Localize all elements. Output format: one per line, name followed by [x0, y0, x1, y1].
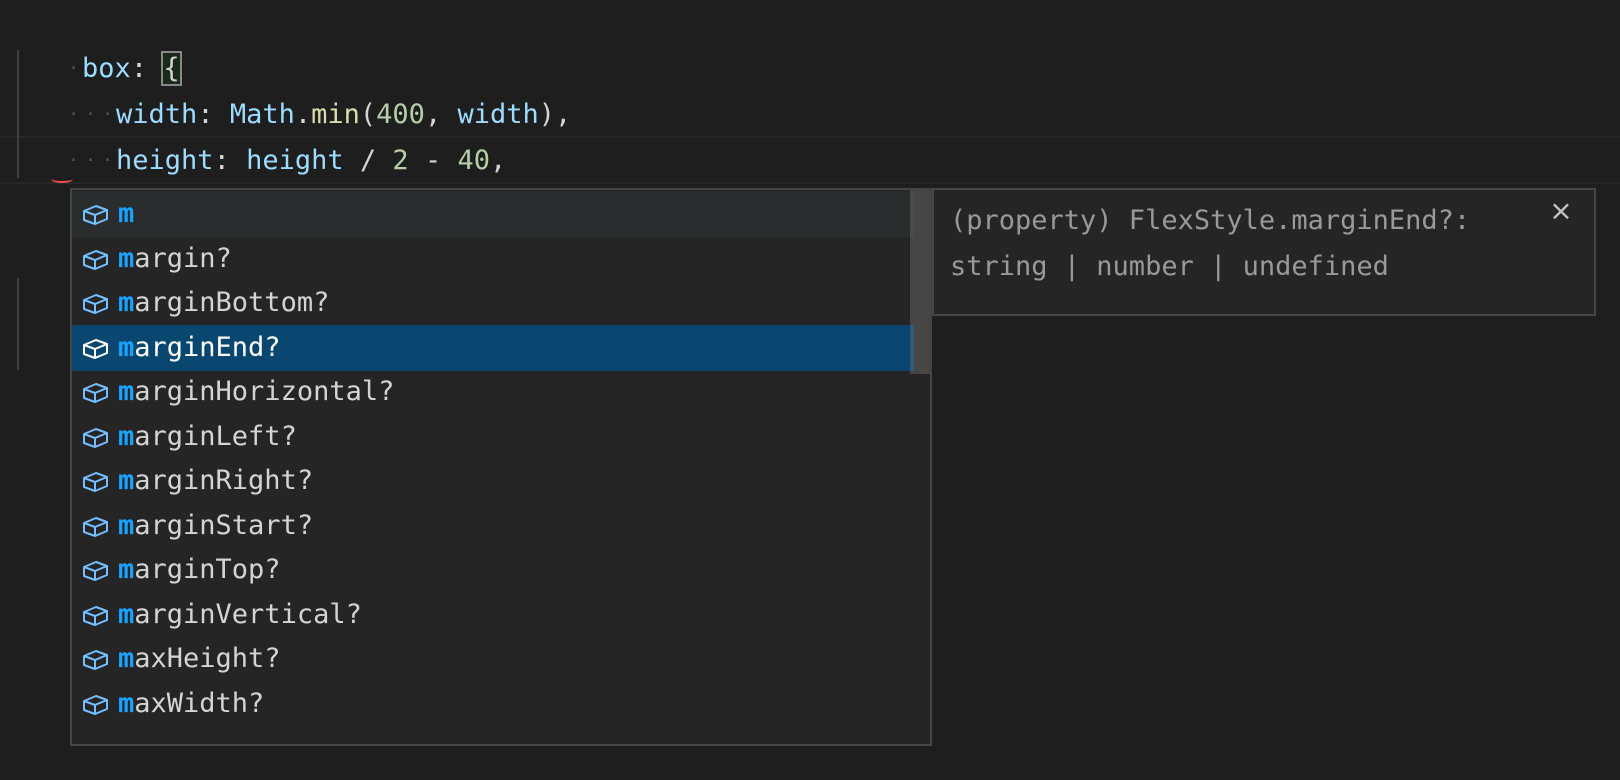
property-cube-icon [80, 644, 110, 674]
suggest-item[interactable]: maxWidth? [72, 681, 914, 727]
type-signature-line-2: string | number | undefined [950, 251, 1389, 282]
suggest-item-label: maxHeight? [118, 636, 281, 682]
property-cube-icon [80, 511, 110, 541]
suggest-scrollbar[interactable] [910, 190, 930, 374]
suggest-item[interactable]: marginRight? [72, 458, 914, 504]
autocomplete-suggest-widget[interactable]: maxWidth? maxHeight? marginVertical? margin… [70, 188, 932, 746]
code-line: · · · width: Math.min(400, width), [0, 46, 571, 130]
suggest-match-highlight: m [118, 242, 135, 274]
code-punctuation: , [489, 145, 507, 176]
suggest-match-highlight: m [118, 509, 135, 541]
property-cube-icon [80, 244, 110, 274]
suggest-item-rest: arginLeft? [134, 420, 297, 452]
code-variable: height [246, 145, 344, 176]
code-punctuation: : [213, 145, 247, 176]
suggest-item[interactable]: maxHeight? [72, 636, 914, 682]
suggest-item-rest: argin? [134, 242, 232, 274]
suggest-match-highlight: m [118, 598, 135, 630]
suggest-match-highlight: m [118, 687, 135, 719]
suggest-item[interactable]: marginHorizontal? [72, 369, 914, 415]
suggest-item[interactable]: marginLeft? [72, 414, 914, 460]
suggest-item-label: marginHorizontal? [118, 369, 394, 415]
code-number: 40 [457, 145, 490, 176]
suggest-item-rest: arginRight? [134, 465, 314, 496]
suggest-item-rest: arginStart? [134, 509, 314, 541]
code-operator: - [408, 145, 458, 176]
suggest-match-highlight: m [118, 376, 135, 407]
property-cube-icon [80, 377, 110, 407]
suggest-match-highlight: m [118, 420, 135, 452]
close-icon[interactable]: × [1546, 196, 1576, 226]
suggest-item-rest: arginTop? [134, 554, 281, 585]
suggest-item-label: m [118, 191, 134, 237]
error-squiggle [51, 175, 73, 183]
code-punctuation: ), [538, 99, 572, 130]
suggest-item-rest: axHeight? [134, 643, 281, 674]
property-cube-icon [80, 288, 110, 318]
property-cube-icon [80, 422, 110, 452]
suggest-match-highlight: m [118, 465, 135, 496]
suggest-item[interactable]: marginBottom? [72, 280, 914, 326]
suggest-item[interactable]: marginTop? [72, 547, 914, 593]
suggest-item[interactable]: margin? [72, 236, 914, 282]
suggest-item-rest: arginVertical? [134, 598, 362, 630]
suggest-details-panel: (property) FlexStyle.marginEnd?: string … [932, 188, 1596, 316]
type-signature-line-1: (property) FlexStyle.marginEnd?: [950, 205, 1471, 236]
suggest-item[interactable]: marginVertical? [72, 592, 914, 638]
suggest-item[interactable]: m [72, 191, 914, 237]
property-cube-icon [80, 555, 110, 585]
suggest-item-rest: arginBottom? [134, 287, 330, 318]
suggest-match-highlight: m [118, 554, 135, 585]
property-cube-icon [80, 199, 110, 229]
suggest-match-highlight: m [118, 287, 135, 318]
suggest-item-rest: axWidth? [134, 687, 265, 719]
suggest-match-highlight: m [118, 331, 135, 363]
property-cube-icon [80, 466, 110, 496]
suggest-item[interactable]: marginStart? [72, 503, 914, 549]
code-line: · box: { [0, 0, 182, 86]
suggest-item-label: marginStart? [118, 503, 313, 549]
suggest-item-label: marginEnd? [118, 325, 281, 371]
property-cube-icon [80, 600, 110, 630]
suggest-match-highlight: m [118, 198, 135, 229]
suggest-item-rest: arginEnd? [134, 331, 281, 363]
suggest-item-label: marginVertical? [118, 592, 362, 638]
suggest-item[interactable]: marginEnd? [72, 324, 914, 371]
code-line: · · · height: height / 2 - 40, [0, 92, 506, 176]
property-cube-icon [80, 333, 110, 363]
suggest-item-label: marginTop? [118, 547, 281, 593]
property-cube-icon [80, 689, 110, 719]
suggest-item-label: marginRight? [118, 458, 313, 504]
suggest-item-label: maxWidth? [118, 681, 264, 727]
code-operator: / [343, 145, 393, 176]
suggest-match-highlight: m [118, 643, 135, 674]
suggest-item-label: margin? [118, 236, 232, 282]
suggest-item-label: marginLeft? [118, 414, 297, 460]
suggest-item-label: marginBottom? [118, 280, 329, 326]
suggest-item-rest: arginHorizontal? [134, 376, 395, 407]
code-number: 2 [392, 145, 409, 176]
